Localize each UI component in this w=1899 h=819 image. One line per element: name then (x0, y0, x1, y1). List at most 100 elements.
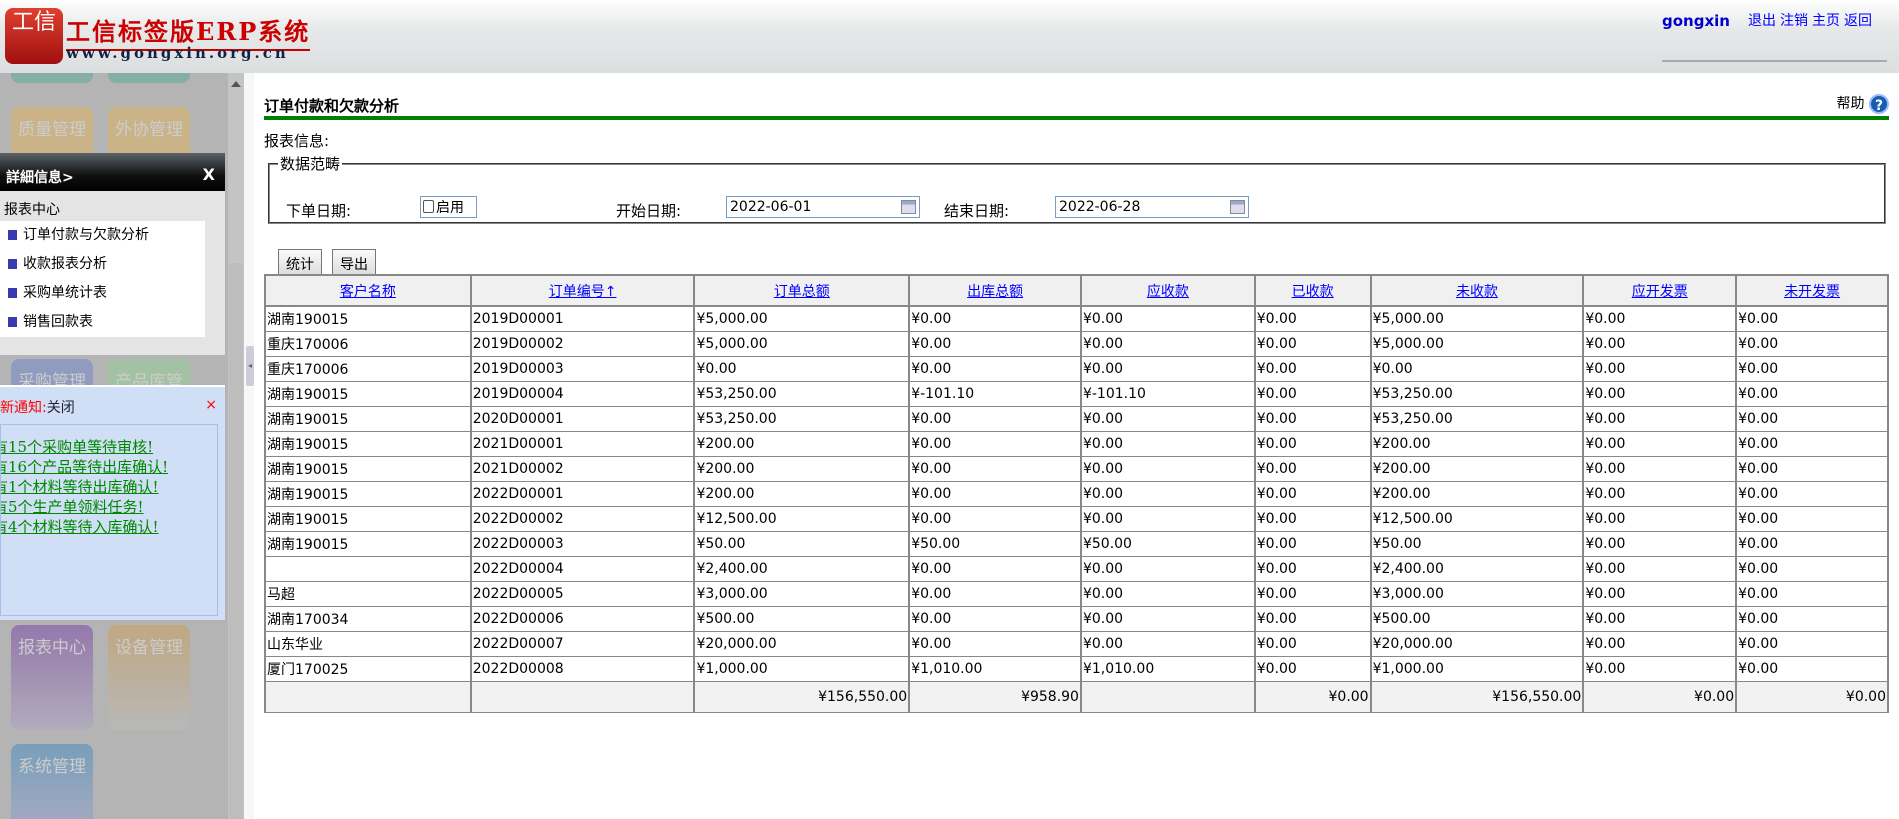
column-header: 客户名称 (264, 274, 472, 307)
notice-label: 新通知: (0, 400, 47, 416)
column-header: 订单总额 (693, 274, 911, 307)
report-menu: 订单付款与欠款分析 收款报表分析 采购单统计表 销售回款表 (0, 221, 205, 337)
table-cell: ¥0.00 (1582, 580, 1738, 607)
table-cell: ¥0.00 (1253, 630, 1372, 657)
module-tile-reports[interactable]: 报表中心 (11, 625, 93, 730)
table-cell: ¥0.00 (908, 405, 1082, 432)
calendar-icon[interactable] (901, 200, 916, 214)
notice-link[interactable]: 有4个材料等待入库确认! (1, 517, 217, 537)
home-link[interactable]: 主页 (1812, 13, 1840, 29)
table-cell: 2022D00001 (469, 480, 696, 507)
table-cell: ¥0.00 (908, 505, 1082, 532)
end-date-input[interactable]: 2022-06-28 (1055, 196, 1249, 218)
menu-item-receipt-report[interactable]: 收款报表分析 (0, 250, 205, 279)
notice-link[interactable]: 有16个产品等待出库确认! (1, 457, 217, 477)
table-cell: ¥0.00 (1253, 305, 1372, 332)
column-header: 出库总额 (908, 274, 1082, 307)
table-cell: ¥50.00 (1369, 530, 1585, 557)
table-cell: ¥0.00 (1582, 330, 1738, 357)
table-cell: ¥200.00 (1369, 480, 1585, 507)
notice-link[interactable]: 有15个采购单等待审核! (1, 437, 217, 457)
table-cell: ¥0.00 (1582, 405, 1738, 432)
sidebar-scrollbar[interactable] (228, 73, 244, 819)
title-underline (264, 116, 1889, 120)
close-icon[interactable]: X (203, 165, 215, 184)
report-table: 客户名称 订单编号↑ 订单总额 出库总额 应收款 已收款 未收款 应开发票 未开发票 湖南190… (264, 274, 1889, 713)
sort-link[interactable]: 未开发票 (1784, 284, 1840, 300)
stat-button[interactable]: 统计 (278, 249, 322, 275)
report-center-label: 报表中心 (4, 202, 60, 218)
filter-legend: 数据范畴 (280, 155, 341, 173)
table-cell: ¥20,000.00 (1369, 630, 1585, 657)
checkbox-icon[interactable] (423, 200, 434, 213)
table-cell: ¥0.00 (1253, 505, 1372, 532)
module-tile-top-2[interactable] (108, 73, 190, 83)
export-button[interactable]: 导出 (332, 249, 376, 275)
table-cell: 重庆170006 (264, 330, 472, 357)
signoff-link[interactable]: 注销 (1780, 13, 1808, 29)
back-link[interactable]: 返回 (1844, 13, 1872, 29)
arrow-icon (8, 288, 17, 298)
table-cell: ¥0.00 (1582, 430, 1738, 457)
menu-item-purchase-stats[interactable]: 采购单统计表 (0, 279, 205, 308)
table-cell: ¥1,000.00 (693, 655, 911, 682)
table-cell: ¥0.00 (1079, 330, 1256, 357)
table-cell: ¥0.00 (908, 555, 1082, 582)
table-cell: ¥0.00 (1735, 555, 1889, 582)
table-cell: ¥0.00 (1369, 355, 1585, 382)
arrow-icon (8, 259, 17, 269)
table-cell: ¥0.00 (908, 305, 1082, 332)
module-tile-system[interactable]: 系统管理 (11, 744, 93, 819)
table-cell: 2019D00002 (469, 330, 696, 357)
end-date-label: 结束日期: (944, 202, 1010, 220)
close-icon[interactable]: × (205, 397, 217, 413)
total-cell: ¥0.00 (1582, 680, 1738, 713)
sort-link[interactable]: 应收款 (1147, 284, 1189, 300)
table-cell: ¥0.00 (1253, 480, 1372, 507)
calendar-icon[interactable] (1230, 200, 1245, 214)
enable-checkbox[interactable]: 启用 (420, 196, 477, 218)
notice-link[interactable]: 有1个材料等待出库确认! (1, 477, 217, 497)
sort-link[interactable]: 应开发票 (1632, 284, 1688, 300)
table-cell: ¥5,000.00 (693, 305, 911, 332)
table-cell: ¥0.00 (1582, 480, 1738, 507)
table-cell: ¥0.00 (1735, 630, 1889, 657)
total-cell: ¥0.00 (1253, 680, 1372, 713)
sort-link[interactable]: 订单编号↑ (549, 284, 617, 300)
header: 工信 工信标签版ERP系统 www.gongxin.org.cn gongxin… (0, 0, 1899, 73)
notice-close-link[interactable]: 关闭 (47, 400, 75, 416)
table-cell: ¥12,500.00 (1369, 505, 1585, 532)
module-tile-equipment[interactable]: 设备管理 (108, 625, 190, 730)
table-row: 湖南190015 2021D00002 ¥200.00 ¥0.00 ¥0.00 ¥0.00… (264, 455, 1889, 482)
scrollbar-thumb[interactable] (229, 263, 243, 819)
table-cell: ¥0.00 (908, 605, 1082, 632)
sort-link[interactable]: 客户名称 (340, 284, 396, 300)
table-cell: ¥0.00 (908, 355, 1082, 382)
top-links: 退出 注销 主页 返回 (1748, 12, 1878, 31)
menu-item-label: 订单付款与欠款分析 (23, 227, 149, 243)
total-cell (1079, 680, 1256, 713)
table-cell: ¥0.00 (1735, 505, 1889, 532)
sort-link[interactable]: 已收款 (1292, 284, 1334, 300)
table-cell: ¥500.00 (693, 605, 911, 632)
table-cell: ¥0.00 (1735, 455, 1889, 482)
table-cell: ¥0.00 (1253, 455, 1372, 482)
sort-link[interactable]: 未收款 (1456, 284, 1498, 300)
scroll-up-icon[interactable] (231, 81, 241, 87)
table-cell: ¥50.00 (908, 530, 1082, 557)
sort-link[interactable]: 出库总额 (967, 284, 1023, 300)
notice-link[interactable]: 有5个生产单领料任务! (1, 497, 217, 517)
start-date-input[interactable]: 2022-06-01 (726, 196, 920, 218)
sort-link[interactable]: 订单总额 (774, 284, 830, 300)
menu-item-sales-return[interactable]: 销售回款表 (0, 308, 205, 337)
table-cell: ¥0.00 (1253, 655, 1372, 682)
notification-panel: 新通知:关闭 × 有15个采购单等待审核! 有16个产品等待出库确认! 有1个材料… (0, 385, 225, 620)
table-cell: 2019D00003 (469, 355, 696, 382)
table-row: 湖南190015 2021D00001 ¥200.00 ¥0.00 ¥0.00 ¥0.00… (264, 430, 1889, 457)
collapse-handle[interactable]: ◂ (246, 346, 254, 386)
module-tile-top-1[interactable] (11, 73, 93, 83)
menu-item-order-payment[interactable]: 订单付款与欠款分析 (0, 221, 205, 250)
table-cell: ¥0.00 (1582, 305, 1738, 332)
help-link[interactable]: 帮助 ? (1837, 93, 1889, 114)
logout-link[interactable]: 退出 (1748, 13, 1776, 29)
